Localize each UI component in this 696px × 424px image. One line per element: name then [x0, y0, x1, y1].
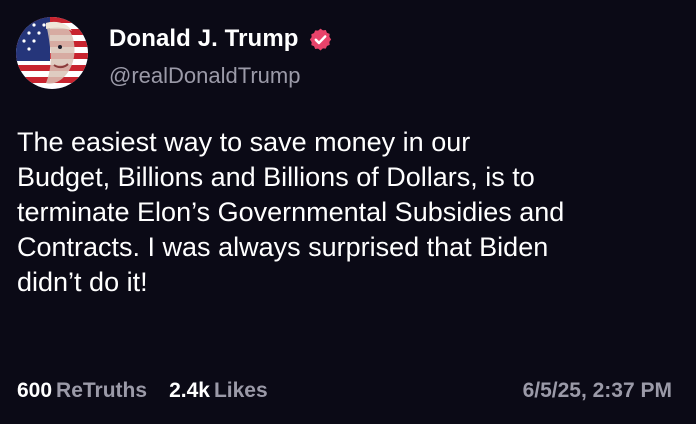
author-name-row: Donald J. Trump	[109, 25, 333, 53]
likes-count: 2.4k	[169, 379, 210, 402]
likes-label: Likes	[213, 379, 268, 402]
flag-portrait-avatar-icon	[16, 17, 88, 89]
author-display-name[interactable]: Donald J. Trump	[109, 25, 299, 53]
retruths-label: ReTruths	[56, 379, 148, 402]
retruths-stat[interactable]: 600 ReTruths	[17, 379, 147, 403]
likes-stat[interactable]: 2.4k Likes	[169, 379, 268, 403]
author-handle[interactable]: @realDonaldTrump	[109, 63, 300, 89]
retruths-count: 600	[17, 379, 53, 402]
post-timestamp[interactable]: 6/5/25, 2:37 PM	[523, 379, 672, 403]
verified-badge-icon	[309, 28, 331, 50]
avatar[interactable]	[16, 17, 88, 89]
post-text: The easiest way to save money in our Bud…	[17, 127, 565, 297]
post-footer: 600 ReTruths 2.4k Likes 6/5/25, 2:37 PM	[17, 379, 672, 403]
